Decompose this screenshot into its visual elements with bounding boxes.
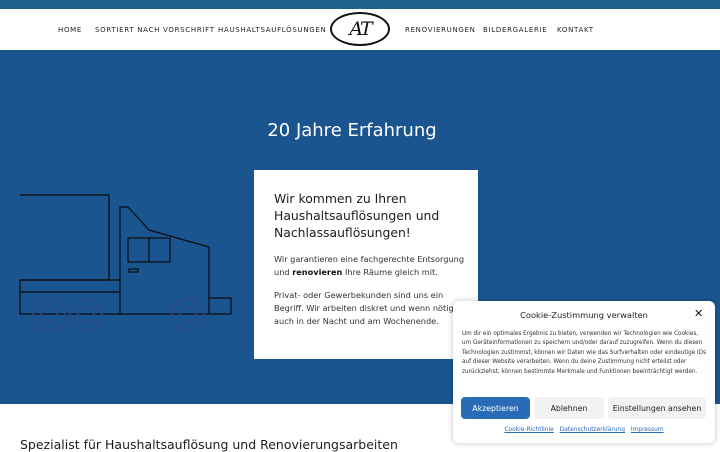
top-strip (0, 0, 720, 9)
nav-bildergalerie[interactable]: BILDERGALERIE (483, 26, 547, 34)
card-p1-after: Ihre Räume gleich mit. (342, 267, 438, 278)
cookie-text: Um dir ein optimales Ergebnis zu bieten,… (462, 331, 707, 375)
hero-title: 20 Jahre Erfahrung (267, 120, 437, 141)
nav-renovierungen[interactable]: RENOVIERUNGEN (405, 26, 476, 34)
logo-text: AT (349, 18, 372, 40)
cookie-consent-dialog: Cookie-Zustimmung verwalten ✕ Um dir ein… (453, 301, 715, 443)
privacy-policy-link[interactable]: Datenschutzerklärung (560, 427, 625, 433)
nav-sortiert-nach-vorschrift[interactable]: SORTIERT NACH VORSCHRIFT (95, 26, 215, 34)
site-logo[interactable]: AT (330, 12, 390, 46)
nav-home[interactable]: HOME (58, 26, 82, 34)
preferences-button[interactable]: Einstellungen ansehen (608, 397, 706, 419)
main-navigation: HOME SORTIERT NACH VORSCHRIFT HAUSHALTSA… (0, 9, 720, 50)
imprint-link[interactable]: Impressum (631, 427, 664, 433)
cookie-title: Cookie-Zustimmung verwalten (520, 310, 648, 320)
nav-kontakt[interactable]: KONTAKT (557, 26, 594, 34)
cookie-links: Cookie-Richtlinie Datenschutzerklärung I… (453, 427, 715, 433)
nav-haushaltsaufloesungen[interactable]: HAUSHALTSAUFLÖSUNGEN (218, 26, 326, 34)
deny-button[interactable]: Ablehnen (534, 397, 604, 419)
card-paragraph-1: Wir garantieren eine fachgerechte Entsor… (274, 253, 468, 280)
card-heading: Wir kommen zu Ihren Haushaltsauflösungen… (274, 191, 440, 240)
card-paragraph-2: Privat- oder Gewerbekunden sind uns ein … (274, 289, 457, 327)
close-icon[interactable]: ✕ (694, 307, 703, 320)
cookie-policy-link[interactable]: Cookie-Richtlinie (504, 427, 553, 433)
truck-illustration (19, 194, 232, 332)
info-card: Wir kommen zu Ihren Haushaltsauflösungen… (254, 170, 478, 359)
card-p1-bold: renovieren (292, 267, 343, 278)
accept-button[interactable]: Akzeptieren (461, 397, 530, 419)
